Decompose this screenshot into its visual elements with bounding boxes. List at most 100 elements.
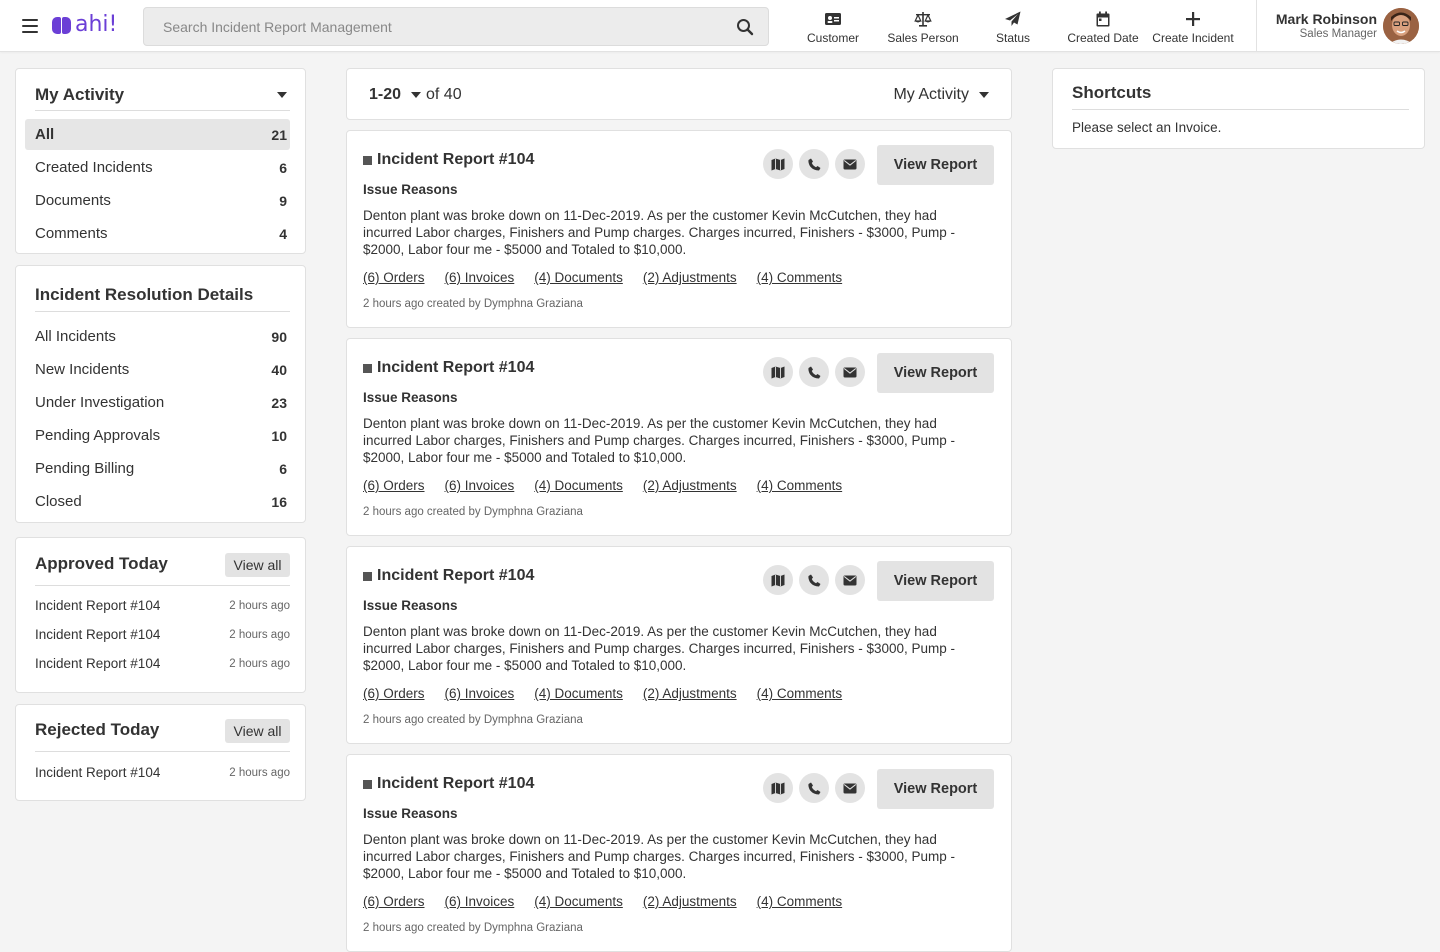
- approved-item-link[interactable]: Incident Report #104: [35, 656, 160, 671]
- square-bullet-icon: [363, 571, 372, 581]
- report-title-text: Incident Report #104: [377, 359, 535, 376]
- nav-sales-person-button[interactable]: Sales Person: [878, 0, 968, 52]
- approved-today-panel: Approved Today View all Incident Report …: [15, 537, 306, 693]
- nav-sales-person-label: Sales Person: [887, 31, 959, 45]
- activity-filter-label: My Activity: [893, 86, 969, 103]
- activity-item-count: 21: [271, 126, 287, 143]
- report-link[interactable]: (6) Orders: [363, 270, 425, 285]
- nav-customer-button[interactable]: Customer: [788, 0, 878, 52]
- report-link[interactable]: (6) Invoices: [445, 270, 515, 285]
- email-icon[interactable]: [835, 773, 865, 803]
- nav-status-button[interactable]: Status: [968, 0, 1058, 52]
- report-link[interactable]: (6) Orders: [363, 894, 425, 909]
- nav-created-date-button[interactable]: Created Date: [1058, 0, 1148, 52]
- page-total: of 40: [426, 86, 462, 103]
- resolution-item-new-incidents[interactable]: New Incidents 40: [25, 354, 290, 385]
- report-link[interactable]: (4) Comments: [757, 686, 843, 701]
- approved-item-link[interactable]: Incident Report #104: [35, 627, 160, 642]
- approved-today-title: Approved Today: [35, 554, 168, 573]
- report-link[interactable]: (6) Invoices: [445, 686, 515, 701]
- report-title[interactable]: Incident Report #104: [363, 567, 534, 585]
- page-range-dropdown[interactable]: 1-20: [369, 86, 422, 104]
- shortcuts-panel: Shortcuts Please select an Invoice.: [1052, 68, 1425, 149]
- email-icon[interactable]: [835, 565, 865, 595]
- resolution-item-under-investigation[interactable]: Under Investigation 23: [25, 387, 290, 418]
- list-pager: 1-20 of 40 My Activity: [346, 68, 1012, 120]
- map-icon[interactable]: [763, 773, 793, 803]
- nav-create-incident-button[interactable]: Create Incident: [1148, 0, 1238, 52]
- report-link[interactable]: (2) Adjustments: [643, 894, 737, 909]
- report-link[interactable]: (4) Documents: [534, 686, 623, 701]
- calendar-icon: [1096, 11, 1110, 27]
- map-icon[interactable]: [763, 565, 793, 595]
- my-activity-dropdown[interactable]: My Activity: [35, 85, 290, 105]
- view-report-button[interactable]: View Report: [877, 145, 994, 185]
- paper-plane-icon: [1005, 11, 1021, 26]
- activity-item-documents[interactable]: Documents 9: [25, 185, 290, 216]
- phone-icon[interactable]: [799, 149, 829, 179]
- report-meta: 2 hours ago created by Dymphna Graziana: [363, 506, 583, 518]
- user-name: Mark Robinson: [1275, 11, 1377, 27]
- shortcuts-title: Shortcuts: [1072, 83, 1152, 102]
- report-link[interactable]: (4) Comments: [757, 894, 843, 909]
- report-link[interactable]: (6) Orders: [363, 478, 425, 493]
- report-link[interactable]: (2) Adjustments: [643, 478, 737, 493]
- approved-view-all-button[interactable]: View all: [225, 553, 290, 577]
- search-bar: [143, 7, 769, 46]
- app-logo[interactable]: ahi!: [52, 14, 117, 36]
- activity-filter-dropdown[interactable]: My Activity: [893, 86, 989, 104]
- phone-icon[interactable]: [799, 565, 829, 595]
- resolution-item-closed[interactable]: Closed 16: [25, 486, 290, 517]
- rejected-today-panel: Rejected Today View all Incident Report …: [15, 704, 306, 801]
- incident-report-card: Incident Report #104 View Report Issue Rea…: [346, 546, 1012, 744]
- phone-icon[interactable]: [799, 773, 829, 803]
- report-link[interactable]: (2) Adjustments: [643, 270, 737, 285]
- report-link[interactable]: (4) Documents: [534, 894, 623, 909]
- report-link[interactable]: (4) Comments: [757, 478, 843, 493]
- my-activity-panel: My Activity All 21 Created Incidents 6 D…: [15, 68, 306, 254]
- hamburger-menu-icon[interactable]: [22, 19, 38, 33]
- report-title-text: Incident Report #104: [377, 567, 535, 584]
- approved-item-link[interactable]: Incident Report #104: [35, 598, 160, 613]
- activity-item-created-incidents[interactable]: Created Incidents 6: [25, 152, 290, 183]
- report-title[interactable]: Incident Report #104: [363, 775, 534, 793]
- email-icon[interactable]: [835, 149, 865, 179]
- resolution-item-pending-approvals[interactable]: Pending Approvals 10: [25, 420, 290, 451]
- view-report-button[interactable]: View Report: [877, 769, 994, 809]
- incident-report-card: Incident Report #104 View Report Issue Rea…: [346, 130, 1012, 328]
- activity-item-count: 4: [279, 225, 287, 242]
- report-link[interactable]: (4) Comments: [757, 270, 843, 285]
- square-bullet-icon: [363, 779, 372, 789]
- avatar[interactable]: [1383, 8, 1419, 44]
- report-link[interactable]: (6) Orders: [363, 686, 425, 701]
- resolution-item-pending-billing[interactable]: Pending Billing 6: [25, 453, 290, 484]
- report-link[interactable]: (4) Documents: [534, 478, 623, 493]
- view-report-button[interactable]: View Report: [877, 353, 994, 393]
- activity-item-label: Documents: [35, 192, 111, 209]
- search-icon[interactable]: [736, 18, 754, 36]
- rejected-view-all-button[interactable]: View all: [225, 719, 290, 743]
- resolution-item-all-incidents[interactable]: All Incidents 90: [25, 321, 290, 352]
- user-profile[interactable]: Mark Robinson Sales Manager: [1256, 0, 1440, 52]
- view-report-button[interactable]: View Report: [877, 561, 994, 601]
- search-input[interactable]: [144, 8, 724, 45]
- report-link[interactable]: (2) Adjustments: [643, 686, 737, 701]
- id-card-icon: [825, 13, 841, 25]
- report-title[interactable]: Incident Report #104: [363, 151, 534, 169]
- report-title[interactable]: Incident Report #104: [363, 359, 534, 377]
- resolution-item-label: Under Investigation: [35, 394, 165, 411]
- resolution-item-label: All Incidents: [35, 328, 116, 345]
- email-icon[interactable]: [835, 357, 865, 387]
- shortcuts-message: Please select an Invoice.: [1072, 120, 1222, 135]
- report-link[interactable]: (6) Invoices: [445, 478, 515, 493]
- report-link[interactable]: (6) Invoices: [445, 894, 515, 909]
- map-icon[interactable]: [763, 149, 793, 179]
- phone-icon[interactable]: [799, 357, 829, 387]
- rejected-item-link[interactable]: Incident Report #104: [35, 765, 160, 780]
- map-icon[interactable]: [763, 357, 793, 387]
- activity-item-all[interactable]: All 21: [25, 119, 290, 150]
- activity-item-comments[interactable]: Comments 4: [25, 218, 290, 249]
- report-link[interactable]: (4) Documents: [534, 270, 623, 285]
- resolution-item-count: 40: [271, 361, 287, 378]
- resolution-item-count: 6: [279, 460, 287, 477]
